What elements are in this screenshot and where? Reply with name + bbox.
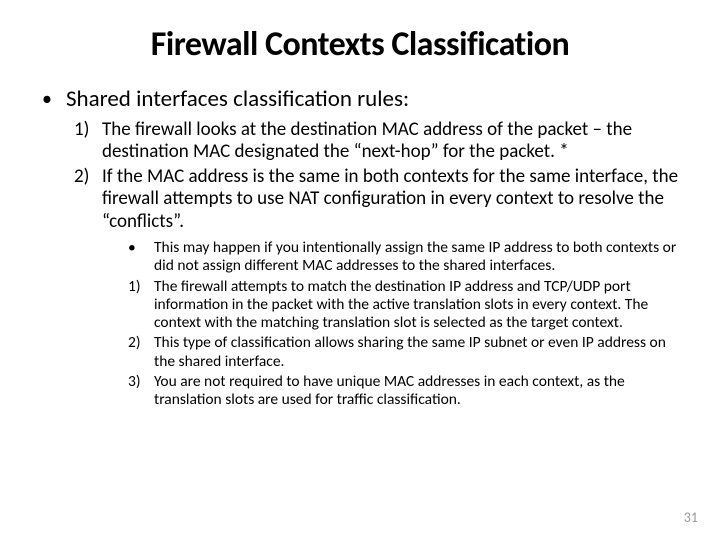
item-number: 1) xyxy=(74,119,102,164)
list-item: 1) The firewall looks at the destination… xyxy=(74,119,684,164)
item-number: 3) xyxy=(128,373,154,410)
list-item: 2) This type of classification allows sh… xyxy=(128,334,684,371)
item-text: This may happen if you intentionally ass… xyxy=(154,239,684,276)
slide-container: Firewall Contexts Classification • Share… xyxy=(0,0,720,540)
sub-list: • This may happen if you intentionally a… xyxy=(128,239,684,410)
list-item: 3) You are not required to have unique M… xyxy=(128,373,684,410)
main-bullet: • Shared interfaces classification rules… xyxy=(42,85,684,113)
item-number: 1) xyxy=(128,278,154,333)
list-item: 1) The firewall attempts to match the de… xyxy=(128,278,684,333)
slide-title: Firewall Contexts Classification xyxy=(36,24,684,65)
item-text: You are not required to have unique MAC … xyxy=(154,373,684,410)
bullet-dot-icon: • xyxy=(128,239,154,276)
item-text: The firewall attempts to match the desti… xyxy=(154,278,684,333)
item-text: The firewall looks at the destination MA… xyxy=(102,119,684,164)
bullet-dot-icon: • xyxy=(42,85,52,113)
list-item: 2) If the MAC address is the same in bot… xyxy=(74,166,684,233)
numbered-list: 1) The firewall looks at the destination… xyxy=(74,119,684,233)
list-item: • This may happen if you intentionally a… xyxy=(128,239,684,276)
item-text: If the MAC address is the same in both c… xyxy=(102,166,684,233)
main-bullet-text: Shared interfaces classification rules: xyxy=(66,85,409,113)
item-text: This type of classification allows shari… xyxy=(154,334,684,371)
page-number: 31 xyxy=(684,509,698,526)
item-number: 2) xyxy=(128,334,154,371)
item-number: 2) xyxy=(74,166,102,233)
